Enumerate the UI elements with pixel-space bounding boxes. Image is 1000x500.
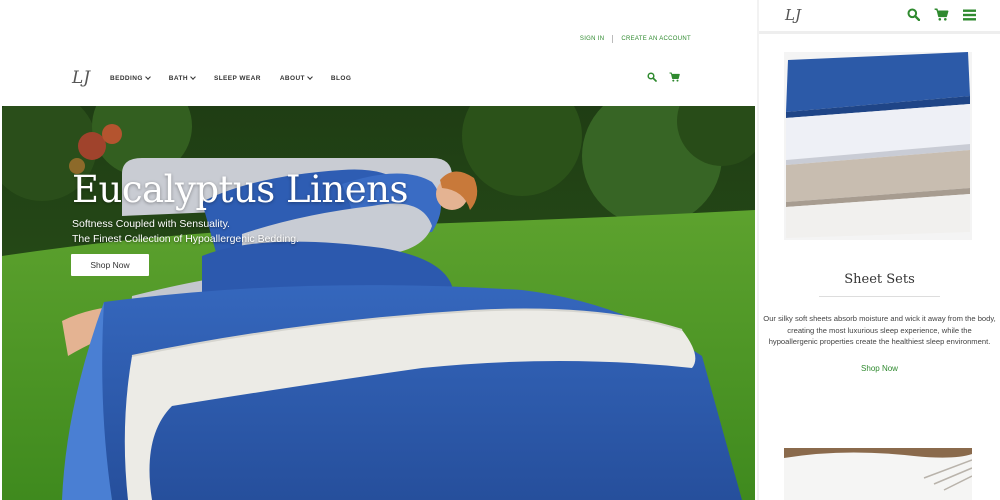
nav-item-label: BEDDING — [110, 74, 143, 82]
nav-item-label: BLOG — [330, 74, 352, 82]
search-icon[interactable] — [647, 72, 657, 82]
section-title: Sheet Sets — [844, 272, 915, 287]
shop-now-link[interactable]: Shop Now — [759, 364, 1000, 373]
chevron-down-icon — [307, 74, 313, 80]
section-description: Our silky soft sheets absorb moisture an… — [763, 314, 996, 346]
hero-banner: Eucalyptus Linens Softness Coupled with … — [2, 106, 755, 500]
nav-item-sleep-wear[interactable]: SLEEP WEAR — [214, 75, 261, 82]
sign-in-link[interactable]: SIGN IN — [580, 36, 604, 42]
mobile-header: LJ — [759, 0, 1000, 34]
brand-logo[interactable]: LJ — [785, 6, 801, 24]
mobile-header-icons — [893, 8, 976, 21]
towels-image — [784, 448, 972, 500]
hero-subtitle-line-1: Softness Coupled with Sensuality. — [72, 218, 230, 230]
search-icon[interactable] — [907, 8, 920, 21]
nav-item-label: SLEEP WEAR — [213, 74, 261, 82]
main-navigation: LJ BEDDING BATH SLEEP WEAR ABOUT BLOG — [70, 66, 690, 90]
sheet-sets-image — [784, 52, 972, 240]
cart-icon[interactable] — [934, 8, 949, 21]
shop-now-button[interactable]: Shop Now — [71, 254, 149, 276]
nav-item-blog[interactable]: BLOG — [331, 75, 351, 82]
account-links-separator — [612, 35, 614, 43]
nav-item-bedding[interactable]: BEDDING — [110, 74, 151, 82]
nav-menu: BEDDING BATH SLEEP WEAR ABOUT BLOG — [110, 74, 370, 82]
menu-icon[interactable] — [963, 9, 976, 21]
hero-title: Eucalyptus Linens — [72, 168, 408, 211]
nav-item-label: ABOUT — [279, 74, 305, 82]
brand-logo[interactable]: LJ — [70, 66, 92, 90]
hero-subtitle: Softness Coupled with Sensuality. The Fi… — [72, 217, 299, 247]
nav-item-bath[interactable]: BATH — [168, 74, 196, 82]
create-account-link[interactable]: CREATE AN ACCOUNT — [621, 36, 691, 42]
desktop-view: SIGN IN CREATE AN ACCOUNT LJ BEDDING BAT… — [0, 0, 757, 500]
hero-image — [2, 106, 755, 500]
screenshot-root: SIGN IN CREATE AN ACCOUNT LJ BEDDING BAT… — [0, 0, 1000, 500]
nav-item-about[interactable]: ABOUT — [279, 74, 313, 82]
account-links: SIGN IN CREATE AN ACCOUNT — [580, 35, 691, 43]
chevron-down-icon — [144, 74, 151, 80]
nav-item-label: BATH — [168, 74, 188, 82]
section-divider — [819, 296, 940, 297]
mobile-view: LJ Sheet Sets Our silky soft sheets abso… — [759, 0, 1000, 500]
cart-icon[interactable] — [669, 72, 680, 82]
hero-subtitle-line-2: The Finest Collection of Hypoallergenic … — [72, 233, 300, 245]
chevron-down-icon — [190, 74, 196, 80]
nav-icons — [635, 72, 680, 82]
